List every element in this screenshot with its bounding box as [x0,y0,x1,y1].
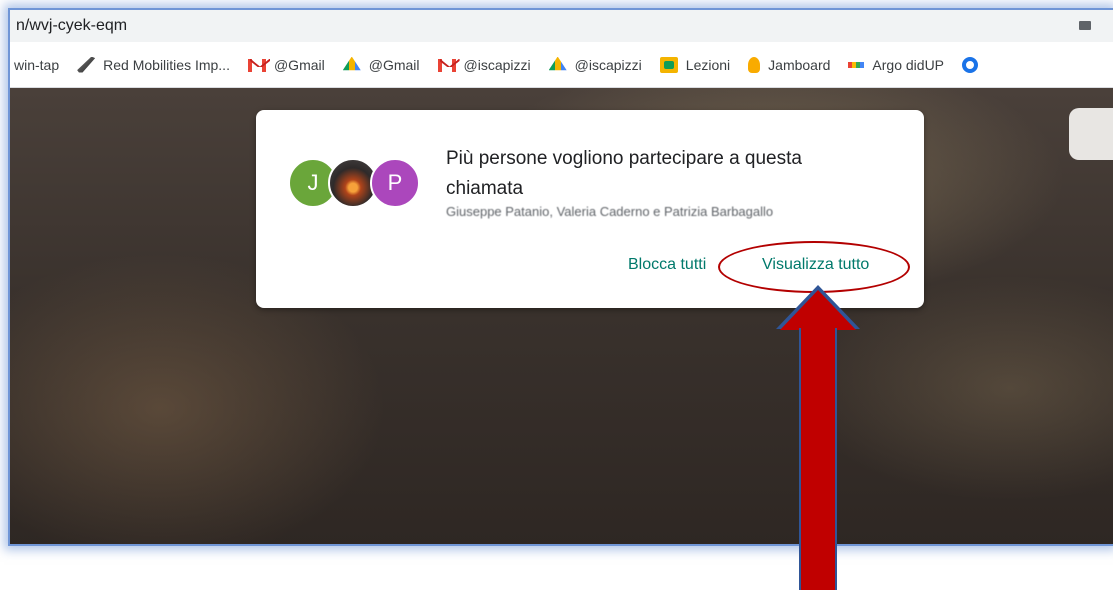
bookmark-label: @Gmail [368,56,420,73]
jamboard-icon [748,56,761,73]
bookmark-argo-didup[interactable]: Argo didUP [848,57,944,73]
side-panel-button[interactable] [1069,108,1113,160]
bookmark-label: @iscapizzi [463,56,531,73]
bookmark-drive-1[interactable]: @Gmail [342,56,420,73]
argo-icon [848,61,865,68]
bookmark-jamboard[interactable]: Jamboard [748,56,831,73]
bookmark-label: @iscapizzi [574,56,642,73]
bookmark-label: Red Mobilities Imp... [103,56,230,73]
annotation-arrow-head-fill [780,290,856,330]
bookmark-label: win-tap [14,56,60,73]
dialog-title: Più persone vogliono partecipare a quest… [446,148,802,199]
bookmark-gmail-1[interactable]: @Gmail [247,56,325,73]
block-all-button[interactable]: Blocca tutti [628,256,706,274]
address-bar[interactable]: n/wvj-cyek-eqm [10,10,1113,42]
camera-icon[interactable] [1079,21,1091,30]
drive-icon [342,56,361,71]
bookmark-label: @Gmail [273,56,325,73]
bookmark-extra[interactable] [962,56,986,73]
avatar: P [370,158,420,208]
bookmark-label: Argo didUP [872,56,945,73]
gmail-icon [247,57,266,73]
bookmark-circle-icon [962,56,979,73]
feather-icon [77,56,96,73]
url-text: n/wvj-cyek-eqm [16,17,128,34]
bookmark-gmail-2[interactable]: @iscapizzi [437,56,531,73]
bookmark-label: Jamboard [768,56,831,73]
browser-window: n/wvj-cyek-eqm win-tap Red Mobilities Im… [8,8,1113,546]
bookmark-win-tap[interactable]: win-tap [14,57,59,73]
bookmark-label: Lezioni [685,56,731,73]
classroom-icon [659,56,678,73]
requester-names: Giuseppe Patanio, Valeria Caderno e Patr… [446,204,774,219]
bookmarks-bar: win-tap Red Mobilities Imp... @Gmail @Gm… [10,42,1113,88]
bookmark-red-mobilities[interactable]: Red Mobilities Imp... [77,56,230,73]
gmail-icon [437,57,456,73]
drive-icon [548,56,567,71]
bookmark-lezioni[interactable]: Lezioni [659,56,731,73]
annotation-arrow-shaft [799,328,837,590]
bookmark-drive-2[interactable]: @iscapizzi [548,56,642,73]
